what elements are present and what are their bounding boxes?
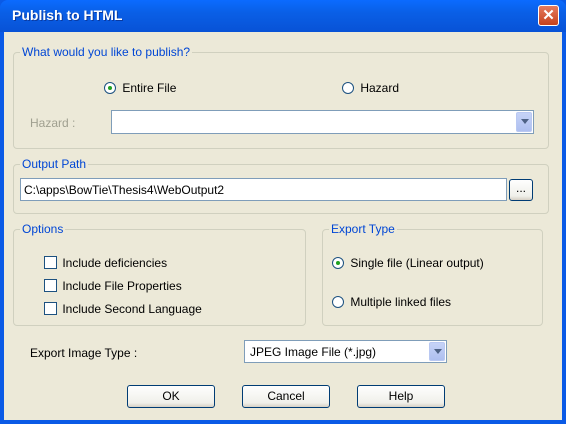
cancel-button[interactable]: Cancel [242, 385, 330, 408]
single-file-radio[interactable]: Single file (Linear output) [332, 255, 484, 270]
output-path-legend: Output Path [22, 157, 87, 171]
publish-group-legend: What would you like to publish? [22, 45, 191, 59]
output-path-value: C:\apps\BowTie\Thesis4\WebOutput2 [24, 183, 225, 197]
dialog-body: What would you like to publish? Entire F… [4, 32, 562, 420]
hazard-radio[interactable]: Hazard [342, 80, 399, 95]
dialog-title: Publish to HTML [12, 7, 123, 23]
output-path-input[interactable]: C:\apps\BowTie\Thesis4\WebOutput2 [20, 178, 507, 201]
chevron-down-icon[interactable] [516, 112, 532, 132]
include-file-properties-box [44, 279, 57, 293]
include-second-language-label: Include Second Language [62, 301, 202, 316]
browse-button-label: ... [515, 181, 526, 195]
hazard-field-label: Hazard : [30, 116, 76, 130]
export-image-type-value: JPEG Image File (*.jpg) [250, 345, 377, 359]
chevron-down-icon[interactable] [429, 342, 445, 361]
close-icon: ✕ [542, 7, 555, 24]
include-deficiencies-box [44, 256, 57, 270]
include-second-language-box [44, 302, 57, 316]
multiple-files-radio-indicator [332, 295, 344, 308]
export-type-group: Export Type [322, 222, 543, 326]
hazard-radio-indicator [342, 81, 354, 94]
export-type-legend: Export Type [331, 222, 395, 236]
hazard-radio-label: Hazard [360, 80, 400, 95]
options-legend: Options [22, 222, 64, 236]
title-bar[interactable]: Publish to HTML ✕ [0, 0, 566, 32]
include-second-language-checkbox[interactable]: Include Second Language [44, 301, 202, 316]
entire-file-radio[interactable]: Entire File [104, 80, 176, 95]
help-button-label: Help [388, 389, 414, 403]
single-file-radio-indicator [332, 256, 344, 269]
hazard-select[interactable] [111, 110, 534, 134]
include-deficiencies-label: Include deficiencies [62, 255, 168, 270]
cancel-button-label: Cancel [267, 389, 305, 403]
include-file-properties-checkbox[interactable]: Include File Properties [44, 278, 182, 293]
browse-button[interactable]: ... [509, 179, 533, 201]
single-file-label: Single file (Linear output) [350, 255, 484, 270]
dialog-window: Publish to HTML ✕ What would you like to… [0, 0, 566, 424]
export-image-type-select[interactable]: JPEG Image File (*.jpg) [244, 340, 447, 363]
ok-button-label: OK [162, 389, 180, 403]
close-button[interactable]: ✕ [538, 5, 559, 26]
multiple-files-radio[interactable]: Multiple linked files [332, 294, 451, 309]
entire-file-radio-indicator [104, 81, 116, 94]
ok-button[interactable]: OK [127, 385, 215, 408]
include-deficiencies-checkbox[interactable]: Include deficiencies [44, 255, 167, 270]
entire-file-label: Entire File [122, 80, 177, 95]
include-file-properties-label: Include File Properties [62, 278, 182, 293]
multiple-files-label: Multiple linked files [350, 294, 452, 309]
export-image-type-label: Export Image Type : [30, 346, 138, 360]
help-button[interactable]: Help [357, 385, 445, 408]
